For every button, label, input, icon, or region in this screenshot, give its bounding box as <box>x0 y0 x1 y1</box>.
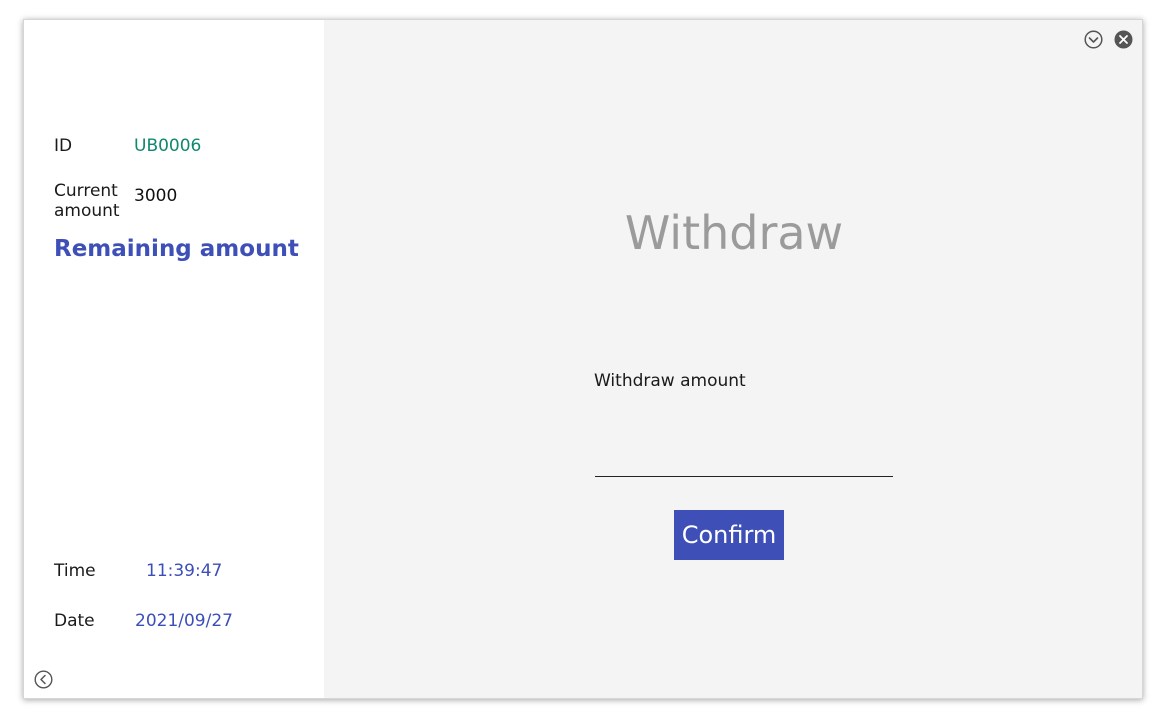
back-button[interactable] <box>34 670 53 689</box>
remaining-amount-label: Remaining amount <box>54 236 299 262</box>
date-value: 2021/09/27 <box>135 611 233 631</box>
withdraw-amount-label: Withdraw amount <box>594 371 746 391</box>
time-label: Time <box>54 561 96 581</box>
close-circle-icon <box>1114 30 1133 49</box>
withdraw-amount-input[interactable] <box>595 440 893 477</box>
id-label: ID <box>54 136 73 156</box>
confirm-button[interactable]: Confirm <box>674 510 784 560</box>
current-amount-label-line2: amount <box>54 201 120 221</box>
main-panel: Withdraw Withdraw amount Confirm <box>324 20 1142 698</box>
app-window: ID UB0006 Current amount 3000 Remaining … <box>23 19 1143 699</box>
date-label: Date <box>54 611 95 631</box>
current-amount-label-line1: Current <box>54 181 118 201</box>
chevron-left-circle-icon <box>34 670 53 689</box>
close-button[interactable] <box>1114 30 1133 49</box>
id-value: UB0006 <box>134 136 202 156</box>
time-value: 11:39:47 <box>146 561 223 581</box>
current-amount-label: Current amount <box>54 181 120 221</box>
page-title: Withdraw <box>624 206 844 260</box>
current-amount-value: 3000 <box>134 186 178 206</box>
minimize-button[interactable] <box>1084 30 1103 49</box>
chevron-down-circle-icon <box>1084 30 1103 49</box>
sidebar: ID UB0006 Current amount 3000 Remaining … <box>24 20 324 698</box>
